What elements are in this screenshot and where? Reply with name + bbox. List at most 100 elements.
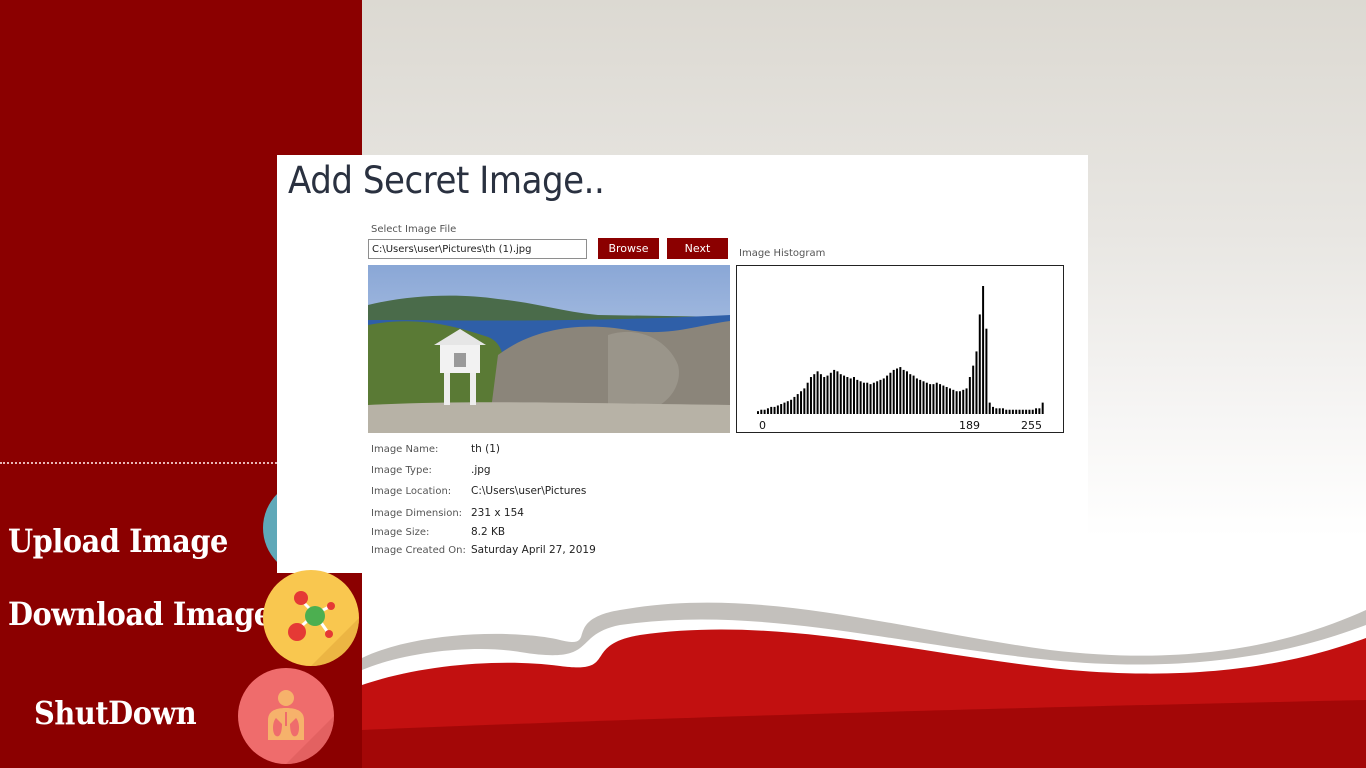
histogram-bar [1025,409,1028,414]
histogram-bar [839,374,842,414]
histogram-bar [773,406,776,414]
image-created-value: Saturday April 27, 2019 [471,544,596,556]
histogram-bar [813,374,816,414]
landscape-image [368,265,730,433]
histogram-plot [757,286,1044,414]
next-button[interactable]: Next [667,238,728,259]
histogram-bar [1008,409,1011,414]
histogram-bar [998,408,1001,414]
histogram-bar [975,351,978,414]
histogram-bar [866,382,869,414]
histogram-bar [988,402,991,414]
image-location-label: Image Location: [371,486,452,497]
molecule-icon[interactable] [263,570,359,666]
histogram-bar [856,379,859,414]
histogram-bar [780,404,783,414]
histogram-bar [806,382,809,414]
histogram-bar [1035,408,1038,414]
histogram-bar [803,388,806,414]
histogram-bar [819,374,822,414]
histogram-bar [826,375,829,414]
histogram-bar [962,389,965,414]
histogram-bar [869,384,872,414]
histogram-bar [766,408,769,414]
histogram-bar [796,394,799,414]
histogram-bar [846,377,849,414]
histogram-bar [793,396,796,414]
image-preview [368,265,730,433]
histogram-tick-0: 0 [759,419,766,432]
histogram-bar [1018,409,1021,414]
histogram-bar [965,388,968,414]
histogram-bar [892,369,895,414]
histogram-bar [915,378,918,414]
upload-image-menu-item[interactable]: Upload Image [8,522,228,560]
histogram-bar [972,365,975,414]
sidebar-divider [0,462,277,464]
histogram-bar [902,369,905,414]
histogram-bar [945,386,948,414]
histogram-bar [929,384,932,414]
histogram-bar [859,381,862,414]
histogram-bar [905,371,908,414]
histogram-bar [942,385,945,414]
histogram-bar [1011,409,1014,414]
histogram-bar [922,381,925,414]
histogram-bar [836,371,839,414]
image-dimension-value: 231 x 154 [471,507,524,519]
histogram-bar [1015,409,1018,414]
histogram-bar [1001,408,1004,414]
histogram-bar [862,382,865,414]
histogram-bar [958,391,961,414]
histogram-bar [919,379,922,414]
histogram-bar [955,391,958,414]
download-image-menu-item[interactable]: Download Image [8,595,272,633]
image-name-value: th (1) [471,443,500,455]
histogram-bar [889,372,892,414]
histogram-bar [935,382,938,414]
histogram-bar [978,314,981,414]
image-created-label: Image Created On: [371,545,466,556]
histogram-bar [800,391,803,414]
file-path-input[interactable] [368,239,587,259]
histogram-bar [757,411,759,414]
histogram-bar [896,368,899,414]
histogram-bar [843,375,846,414]
histogram-bar [786,401,789,414]
histogram-bar [982,286,985,414]
histogram-bar [909,374,912,414]
histogram-tick-189: 189 [959,419,980,432]
image-location-value: C:\Users\user\Pictures [471,485,587,497]
histogram-bar [1031,409,1034,414]
histogram-bar [760,409,763,414]
histogram-bar [886,375,889,414]
histogram-bar [853,377,855,414]
image-size-label: Image Size: [371,527,430,538]
histogram-bar [833,369,836,414]
image-histogram: 0 189 255 [736,265,1064,433]
histogram-bar [992,406,995,414]
histogram-bar [763,409,766,414]
histogram-bar [939,384,942,414]
histogram-bar [899,367,902,414]
histogram-bar [1005,409,1008,414]
histogram-bar [849,378,852,414]
histogram-bar [770,406,773,414]
image-size-value: 8.2 KB [471,526,506,538]
select-file-label: Select Image File [371,224,457,235]
histogram-bar [985,328,988,414]
lungs-person-icon[interactable] [238,668,334,764]
browse-button[interactable]: Browse [598,238,659,259]
histogram-bar [876,381,879,414]
histogram-bar [1038,408,1041,414]
image-type-label: Image Type: [371,465,432,476]
add-secret-image-panel: Add Secret Image.. Select Image File Bro… [277,155,1088,573]
histogram-bar [776,405,779,414]
shutdown-menu-item[interactable]: ShutDown [34,694,197,732]
image-name-label: Image Name: [371,444,439,455]
histogram-bar [809,377,812,414]
histogram-bar [872,382,875,414]
histogram-bar [949,388,951,414]
histogram-tick-255: 255 [1021,419,1042,432]
histogram-bar [1041,402,1044,414]
